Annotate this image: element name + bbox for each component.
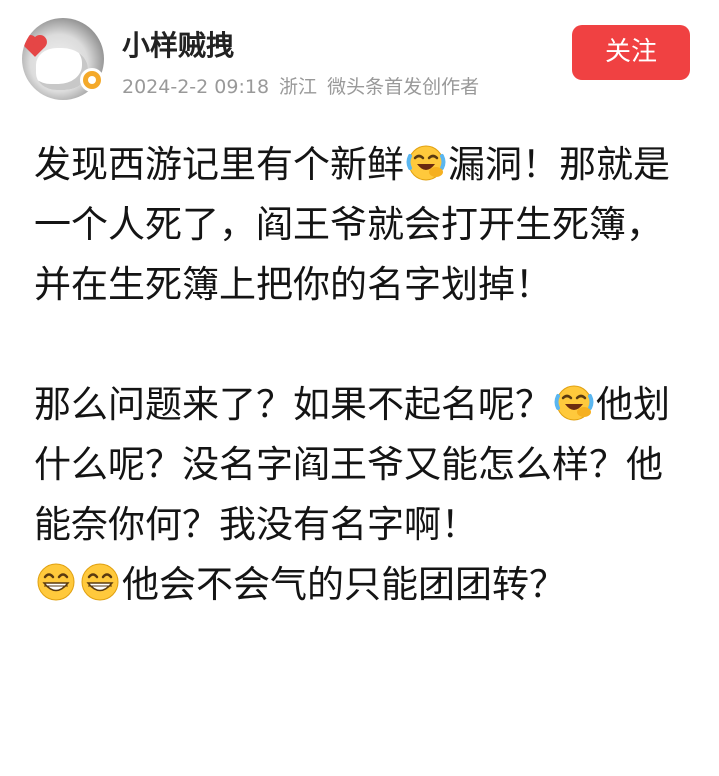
creator-badge: 微头条首发创作者: [327, 76, 480, 98]
grinning-emoji-icon: [37, 563, 75, 601]
post-text: 发现西游记里有个新鲜: [34, 143, 404, 186]
verified-badge-icon: [80, 68, 104, 92]
laughing-crying-emoji-icon: [554, 385, 594, 421]
grinning-emoji-icon: [81, 563, 119, 601]
post-date: 2024-2-2 09:18: [122, 76, 270, 98]
post-paragraph-1: 发现西游记里有个新鲜 漏洞！那就是一个人死了，阎王爷就会打开生死簿，并在生死簿上…: [34, 135, 694, 315]
post-body: 发现西游记里有个新鲜 漏洞！那就是一个人死了，阎王爷就会打开生死簿，并在生死簿上…: [34, 135, 694, 615]
post-paragraph-2: 那么问题来了？如果不起名呢？ 他划什么呢？没名字阎王爷又能怎么样？他能奈你何？我…: [34, 375, 694, 615]
post-location: 浙江: [279, 76, 318, 98]
laughing-crying-emoji-icon: [406, 145, 446, 181]
post-text: 那么问题来了？如果不起名呢？: [34, 383, 552, 426]
author-name[interactable]: 小样贼拽: [122, 24, 234, 64]
post-text: 他会不会气的只能团团转？: [122, 563, 566, 606]
post-meta: 2024-2-2 09:18 浙江 微头条首发创作者: [122, 72, 489, 99]
follow-button[interactable]: 关注: [572, 25, 690, 80]
post-header: 小样贼拽 2024-2-2 09:18 浙江 微头条首发创作者 关注: [0, 0, 719, 110]
